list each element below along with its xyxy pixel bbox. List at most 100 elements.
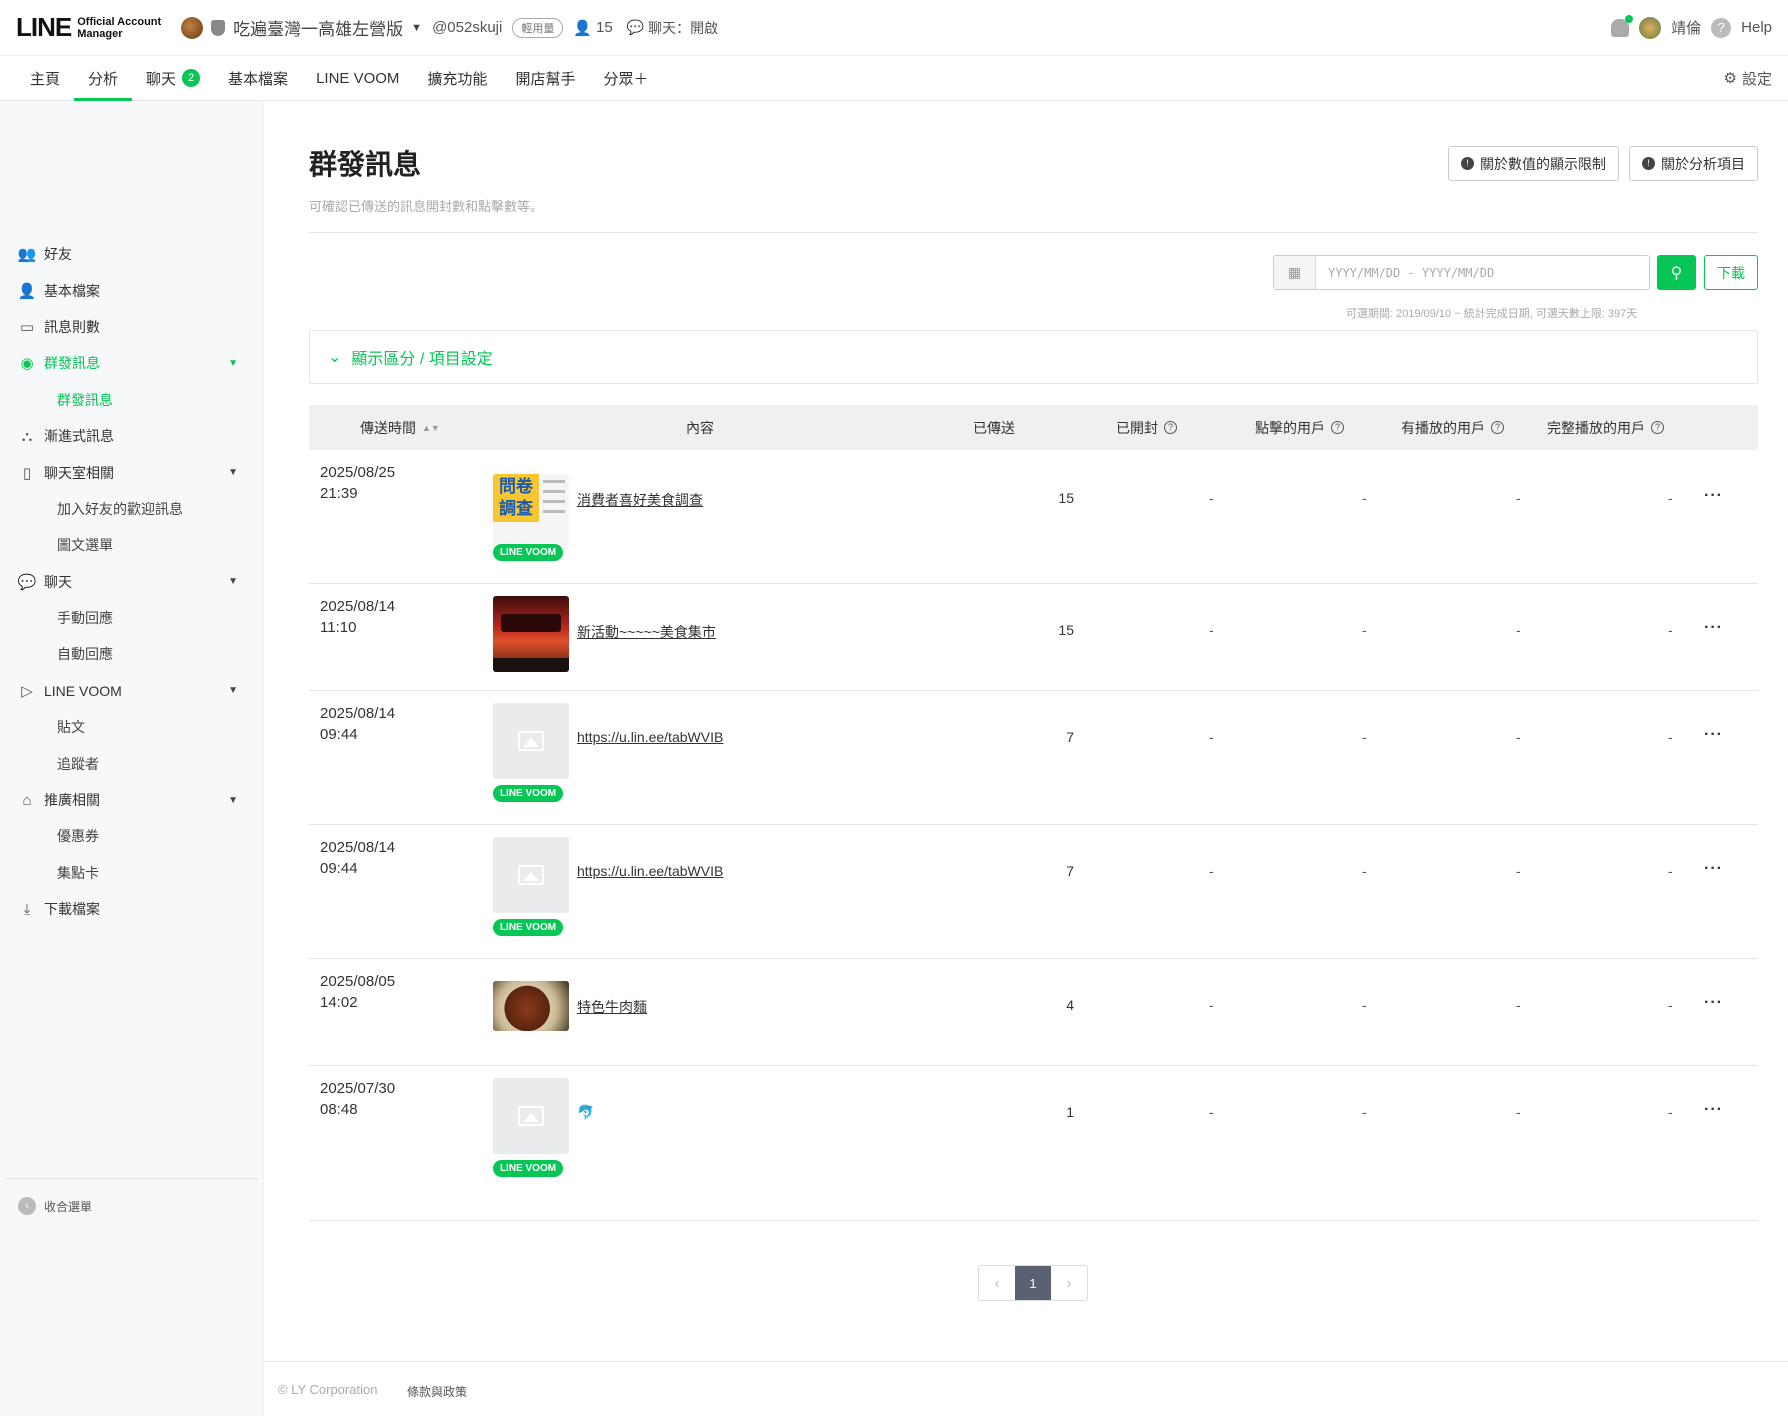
message-title-link[interactable]: https://u.lin.ee/tabWVIB bbox=[577, 729, 723, 745]
tab-shop-helper[interactable]: 開店幫手 bbox=[501, 56, 589, 100]
sidebar-subitem-coupons[interactable]: 優惠券 bbox=[0, 818, 264, 854]
opened-count: - bbox=[1209, 622, 1214, 638]
send-date: 2025/08/05 bbox=[320, 973, 396, 990]
caret-down-icon: ▼ bbox=[228, 576, 238, 588]
sidebar-subitem-followers[interactable]: 追蹤者 bbox=[0, 745, 264, 781]
sidebar-subitem-broadcast[interactable]: 群發訊息 bbox=[0, 382, 264, 418]
info-icon: ! bbox=[1461, 157, 1474, 170]
sidebar-subitem-welcome[interactable]: 加入好友的歡迎訊息 bbox=[0, 491, 264, 527]
sidebar-subitem-richmenu[interactable]: 圖文選單 bbox=[0, 527, 264, 563]
sidebar-item-chatroom[interactable]: ▯ 聊天室相關 ▼ bbox=[0, 454, 264, 490]
sidebar-item-line-voom[interactable]: ▷ LINE VOOM ▼ bbox=[0, 673, 264, 709]
chevron-down-icon: ▼ bbox=[411, 21, 423, 34]
chat-unread-badge: 2 bbox=[182, 69, 201, 87]
sidebar-item-friends[interactable]: 👥 好友 bbox=[0, 236, 264, 272]
question-icon[interactable]: ? bbox=[1331, 421, 1344, 434]
send-time: 21:39 bbox=[320, 485, 358, 502]
search-icon: ⚲ bbox=[1670, 264, 1683, 282]
full-played-count: - bbox=[1668, 729, 1673, 745]
message-title-link[interactable]: 特色牛肉麵 bbox=[577, 997, 647, 1017]
sidebar-item-promotion[interactable]: ⌂ 推廣相關 ▼ bbox=[0, 782, 264, 818]
date-range-picker[interactable]: ▦ YYYY/MM/DD - YYYY/MM/DD bbox=[1273, 255, 1650, 290]
line-logo[interactable]: LINE Official Account Manager bbox=[16, 12, 161, 43]
sidebar-item-broadcast[interactable]: ◉ 群發訊息 ▼ bbox=[0, 345, 264, 381]
more-options-icon[interactable]: ··· bbox=[1704, 619, 1723, 637]
message-title-emoji[interactable]: 🐬 bbox=[577, 1104, 594, 1121]
clicked-count: - bbox=[1362, 1104, 1367, 1120]
sidebar-subitem-posts[interactable]: 貼文 bbox=[0, 709, 264, 745]
page-button-current[interactable]: 1 bbox=[1015, 1266, 1051, 1300]
clicked-count: - bbox=[1362, 490, 1367, 506]
caret-down-icon: ▼ bbox=[228, 685, 238, 697]
display-settings-toggle[interactable]: ⌄ 顯示區分 / 項目設定 bbox=[309, 330, 1758, 384]
terms-link[interactable]: 條款與政策 bbox=[407, 1383, 467, 1400]
survey-thumbnail[interactable]: 問卷調查 bbox=[493, 474, 569, 550]
column-content: 內容 bbox=[686, 419, 714, 436]
tab-home[interactable]: 主頁 bbox=[16, 56, 74, 100]
placeholder-thumbnail[interactable] bbox=[493, 1078, 569, 1154]
message-title-link[interactable]: https://u.lin.ee/tabWVIB bbox=[577, 863, 723, 879]
date-range-placeholder: YYYY/MM/DD - YYYY/MM/DD bbox=[1328, 265, 1495, 280]
opened-count: - bbox=[1209, 997, 1214, 1013]
sidebar-subitem-auto-reply[interactable]: 自動回應 bbox=[0, 636, 264, 672]
sidebar-subitem-manual-reply[interactable]: 手動回應 bbox=[0, 600, 264, 636]
analysis-items-info-button[interactable]: ! 關於分析項目 bbox=[1629, 146, 1758, 181]
help-link[interactable]: Help bbox=[1741, 19, 1772, 36]
notification-dot bbox=[1625, 14, 1634, 23]
display-limit-info-button[interactable]: ! 關於數值的顯示限制 bbox=[1448, 146, 1619, 181]
question-icon[interactable]: ? bbox=[1651, 421, 1664, 434]
tab-profile[interactable]: 基本檔案 bbox=[214, 56, 302, 100]
settings-link[interactable]: ⚙ 設定 bbox=[1724, 56, 1788, 100]
logo-sub-2: Manager bbox=[77, 27, 123, 40]
question-icon[interactable]: ? bbox=[1491, 421, 1504, 434]
sidebar-item-profile[interactable]: 👤 基本檔案 bbox=[0, 272, 264, 308]
column-played-users: 有播放的用戶? bbox=[1401, 405, 1504, 450]
tab-segments[interactable]: 分眾＋ bbox=[589, 56, 662, 100]
more-options-icon[interactable]: ··· bbox=[1704, 1101, 1723, 1119]
more-options-icon[interactable]: ··· bbox=[1704, 487, 1723, 505]
search-button[interactable]: ⚲ bbox=[1657, 255, 1696, 290]
sidebar-item-message-count[interactable]: ▭ 訊息則數 bbox=[0, 309, 264, 345]
prev-page-button[interactable]: ‹ bbox=[979, 1266, 1015, 1300]
user-avatar[interactable] bbox=[1639, 16, 1662, 39]
placeholder-thumbnail[interactable] bbox=[493, 837, 569, 913]
sidebar-item-step-message[interactable]: ⛬ 漸進式訊息 bbox=[0, 418, 264, 454]
profile-icon: 👤 bbox=[17, 282, 37, 300]
sidebar-item-downloads[interactable]: ⤓ 下載檔案 bbox=[0, 891, 264, 927]
account-switcher[interactable]: 吃遍臺灣一高雄左營版 ▼ bbox=[181, 15, 422, 40]
more-options-icon[interactable]: ··· bbox=[1704, 860, 1723, 878]
table-row[interactable]: 2025/08/14 11:10 新活動~~~~~美食集市 15 - - - - … bbox=[309, 584, 1758, 691]
tab-analytics[interactable]: 分析 bbox=[74, 56, 133, 101]
chat-status: 💬 聊天：開啟 bbox=[626, 19, 719, 36]
next-page-button[interactable]: › bbox=[1051, 1266, 1087, 1300]
collapse-menu-button[interactable]: ‹ 收合選單 bbox=[18, 1197, 92, 1215]
tab-line-voom[interactable]: LINE VOOM bbox=[302, 56, 413, 100]
table-row[interactable]: 2025/07/30 08:48 🐬 LINE VOOM 1 - - - - ··… bbox=[309, 1066, 1758, 1221]
sidebar-item-chat[interactable]: 💬 聊天 ▼ bbox=[0, 564, 264, 600]
message-title-link[interactable]: 消費者喜好美食調查 bbox=[577, 490, 703, 510]
opened-count: - bbox=[1209, 863, 1214, 879]
tab-extensions[interactable]: 擴充功能 bbox=[413, 56, 501, 100]
column-send-time[interactable]: 傳送時間 ▲▼ bbox=[360, 405, 440, 450]
more-options-icon[interactable]: ··· bbox=[1704, 994, 1723, 1012]
user-name[interactable]: 靖倫 bbox=[1671, 17, 1701, 38]
tab-chat[interactable]: 聊天 2 bbox=[132, 56, 214, 100]
chevron-left-icon: ‹ bbox=[18, 1197, 36, 1215]
sidebar-subitem-reward-card[interactable]: 集點卡 bbox=[0, 855, 264, 891]
table-row[interactable]: 2025/08/14 09:44 https://u.lin.ee/tabWVIB… bbox=[309, 825, 1758, 959]
market-photo-thumbnail[interactable] bbox=[493, 596, 569, 672]
message-title-link[interactable]: 新活動~~~~~美食集市 bbox=[577, 622, 716, 642]
beef-noodle-photo-thumbnail[interactable] bbox=[493, 981, 569, 1031]
help-icon[interactable]: ? bbox=[1711, 17, 1732, 38]
table-row[interactable]: 2025/08/05 14:02 特色牛肉麵 4 - - - - ··· bbox=[309, 959, 1758, 1066]
more-options-icon[interactable]: ··· bbox=[1704, 726, 1723, 744]
table-row[interactable]: 2025/08/25 21:39 問卷調查 消費者喜好美食調查 LINE VOOM… bbox=[309, 450, 1758, 584]
table-row[interactable]: 2025/08/14 09:44 https://u.lin.ee/tabWVIB… bbox=[309, 691, 1758, 825]
sent-count: 7 bbox=[1066, 863, 1074, 879]
bell-icon[interactable] bbox=[1611, 14, 1634, 37]
question-icon[interactable]: ? bbox=[1164, 421, 1177, 434]
date-range-note: 可選期間: 2019/09/10 ~ 統計完成日期, 可選天數上限: 397天 bbox=[1346, 308, 1638, 320]
download-button[interactable]: 下載 bbox=[1704, 255, 1758, 290]
played-count: - bbox=[1516, 490, 1521, 506]
placeholder-thumbnail[interactable] bbox=[493, 703, 569, 779]
